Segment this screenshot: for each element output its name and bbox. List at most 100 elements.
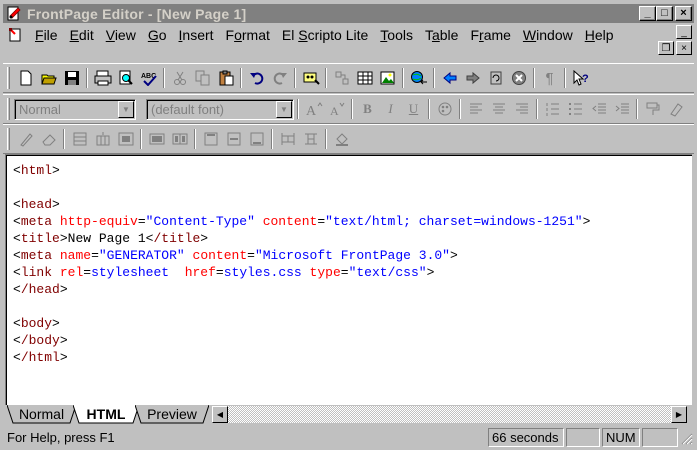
italic-icon[interactable]: I: [379, 98, 402, 120]
text-color-icon[interactable]: [433, 98, 456, 120]
insert-component-icon[interactable]: [330, 67, 353, 89]
menu-tools[interactable]: Tools: [374, 25, 419, 45]
code-line[interactable]: <meta http-equiv="Content-Type" content=…: [13, 213, 590, 230]
menu-go[interactable]: Go: [142, 25, 173, 45]
spelling-icon[interactable]: ABC: [137, 67, 160, 89]
increase-indent-icon[interactable]: [610, 98, 633, 120]
save-icon[interactable]: [60, 67, 83, 89]
show-all-icon[interactable]: ¶: [538, 67, 561, 89]
back-icon[interactable]: [438, 67, 461, 89]
decrease-font-icon[interactable]: A: [325, 98, 348, 120]
code-line[interactable]: </body>: [13, 332, 590, 349]
menu-view[interactable]: View: [100, 25, 142, 45]
center-vertically-icon[interactable]: [222, 128, 245, 150]
tab-normal[interactable]: Normal: [7, 405, 76, 424]
scroll-left-button[interactable]: ◀: [212, 406, 228, 423]
webbot-icon[interactable]: [299, 67, 322, 89]
code-line[interactable]: [13, 179, 590, 196]
align-left-icon[interactable]: [464, 98, 487, 120]
help-icon[interactable]: ?: [569, 67, 592, 89]
tab-html[interactable]: HTML: [73, 405, 139, 424]
numbered-list-icon[interactable]: [541, 98, 564, 120]
menu-items: File Edit View Go Insert Format El Scripto Lit…: [29, 25, 620, 45]
close-button[interactable]: ×: [675, 6, 692, 21]
code-line[interactable]: <meta name="GENERATOR" content="Microsof…: [13, 247, 590, 264]
menu-window[interactable]: Window: [517, 25, 579, 45]
split-cells-icon[interactable]: [168, 128, 191, 150]
refresh-icon[interactable]: [484, 67, 507, 89]
maximize-button[interactable]: □: [656, 6, 673, 21]
code-line[interactable]: <body>: [13, 315, 590, 332]
doc-restore-button[interactable]: ❐: [658, 41, 674, 55]
hyperlink-icon[interactable]: [407, 67, 430, 89]
new-page-icon[interactable]: [14, 67, 37, 89]
menu-help[interactable]: Help: [579, 25, 620, 45]
code-line[interactable]: </head>: [13, 281, 590, 298]
menu-frame[interactable]: Frame: [464, 25, 516, 45]
redo-icon[interactable]: [268, 67, 291, 89]
format-painter-icon[interactable]: [641, 98, 664, 120]
distribute-rows-icon[interactable]: [276, 128, 299, 150]
style-dropdown[interactable]: Normal ▼: [14, 98, 136, 120]
size-grip-icon[interactable]: [679, 431, 693, 445]
fill-color-icon[interactable]: [330, 128, 353, 150]
title-bar[interactable]: FrontPage Editor - [New Page 1] _ □ ×: [3, 4, 694, 23]
increase-font-icon[interactable]: A: [302, 98, 325, 120]
draw-table-icon[interactable]: [14, 128, 37, 150]
minimize-button[interactable]: _: [639, 6, 656, 21]
scroll-right-button[interactable]: ▶: [671, 406, 687, 423]
eraser-icon[interactable]: [37, 128, 60, 150]
code-line[interactable]: <html>: [13, 162, 590, 179]
menu-edit[interactable]: Edit: [64, 25, 100, 45]
code-line[interactable]: <head>: [13, 196, 590, 213]
code-line[interactable]: [13, 298, 590, 315]
print-icon[interactable]: [91, 67, 114, 89]
html-editor[interactable]: <html> <head> <meta http-equiv="Content-Ty…: [5, 154, 692, 405]
clear-format-icon[interactable]: [664, 98, 687, 120]
html-source-code[interactable]: <html> <head> <meta http-equiv="Content-Ty…: [13, 162, 590, 366]
toolbar-grip[interactable]: [7, 98, 10, 120]
doc-minimize-button[interactable]: _: [676, 25, 692, 39]
bold-icon[interactable]: B: [356, 98, 379, 120]
copy-icon[interactable]: [191, 67, 214, 89]
insert-cell-icon[interactable]: [114, 128, 137, 150]
align-center-icon[interactable]: [487, 98, 510, 120]
decrease-indent-icon[interactable]: [587, 98, 610, 120]
stop-icon[interactable]: [507, 67, 530, 89]
align-right-icon[interactable]: [510, 98, 533, 120]
chevron-down-icon[interactable]: ▼: [118, 100, 134, 118]
menu-insert[interactable]: Insert: [173, 25, 220, 45]
font-dropdown[interactable]: (default font) ▼: [146, 98, 294, 120]
align-bottom-icon[interactable]: [245, 128, 268, 150]
frontpage-app-icon[interactable]: [6, 6, 22, 22]
insert-rows-icon[interactable]: [68, 128, 91, 150]
menu-file[interactable]: File: [29, 25, 64, 45]
undo-icon[interactable]: [245, 67, 268, 89]
menu-el-scripto-lite[interactable]: El Scripto Lite: [276, 25, 374, 45]
paste-icon[interactable]: [214, 67, 237, 89]
insert-columns-icon[interactable]: [91, 128, 114, 150]
align-top-icon[interactable]: [199, 128, 222, 150]
horizontal-scrollbar[interactable]: ◀ ▶: [212, 406, 687, 423]
toolbar-grip[interactable]: [7, 67, 10, 89]
print-preview-icon[interactable]: [114, 67, 137, 89]
document-icon[interactable]: [7, 27, 23, 43]
bulleted-list-icon[interactable]: [564, 98, 587, 120]
tab-preview[interactable]: Preview: [135, 405, 209, 424]
code-line[interactable]: <link rel=stylesheet href=styles.css typ…: [13, 264, 590, 281]
menu-format[interactable]: Format: [220, 25, 276, 45]
doc-close-button[interactable]: ×: [676, 41, 692, 55]
chevron-down-icon[interactable]: ▼: [276, 100, 292, 118]
distribute-columns-icon[interactable]: [299, 128, 322, 150]
insert-image-icon[interactable]: [376, 67, 399, 89]
insert-table-icon[interactable]: [353, 67, 376, 89]
merge-cells-icon[interactable]: [145, 128, 168, 150]
toolbar-grip[interactable]: [7, 128, 10, 150]
cut-icon[interactable]: [168, 67, 191, 89]
code-line[interactable]: <title>New Page 1</title>: [13, 230, 590, 247]
code-line[interactable]: </html>: [13, 349, 590, 366]
menu-table[interactable]: Table: [419, 25, 464, 45]
underline-icon[interactable]: U: [402, 98, 425, 120]
open-icon[interactable]: [37, 67, 60, 89]
forward-icon[interactable]: [461, 67, 484, 89]
